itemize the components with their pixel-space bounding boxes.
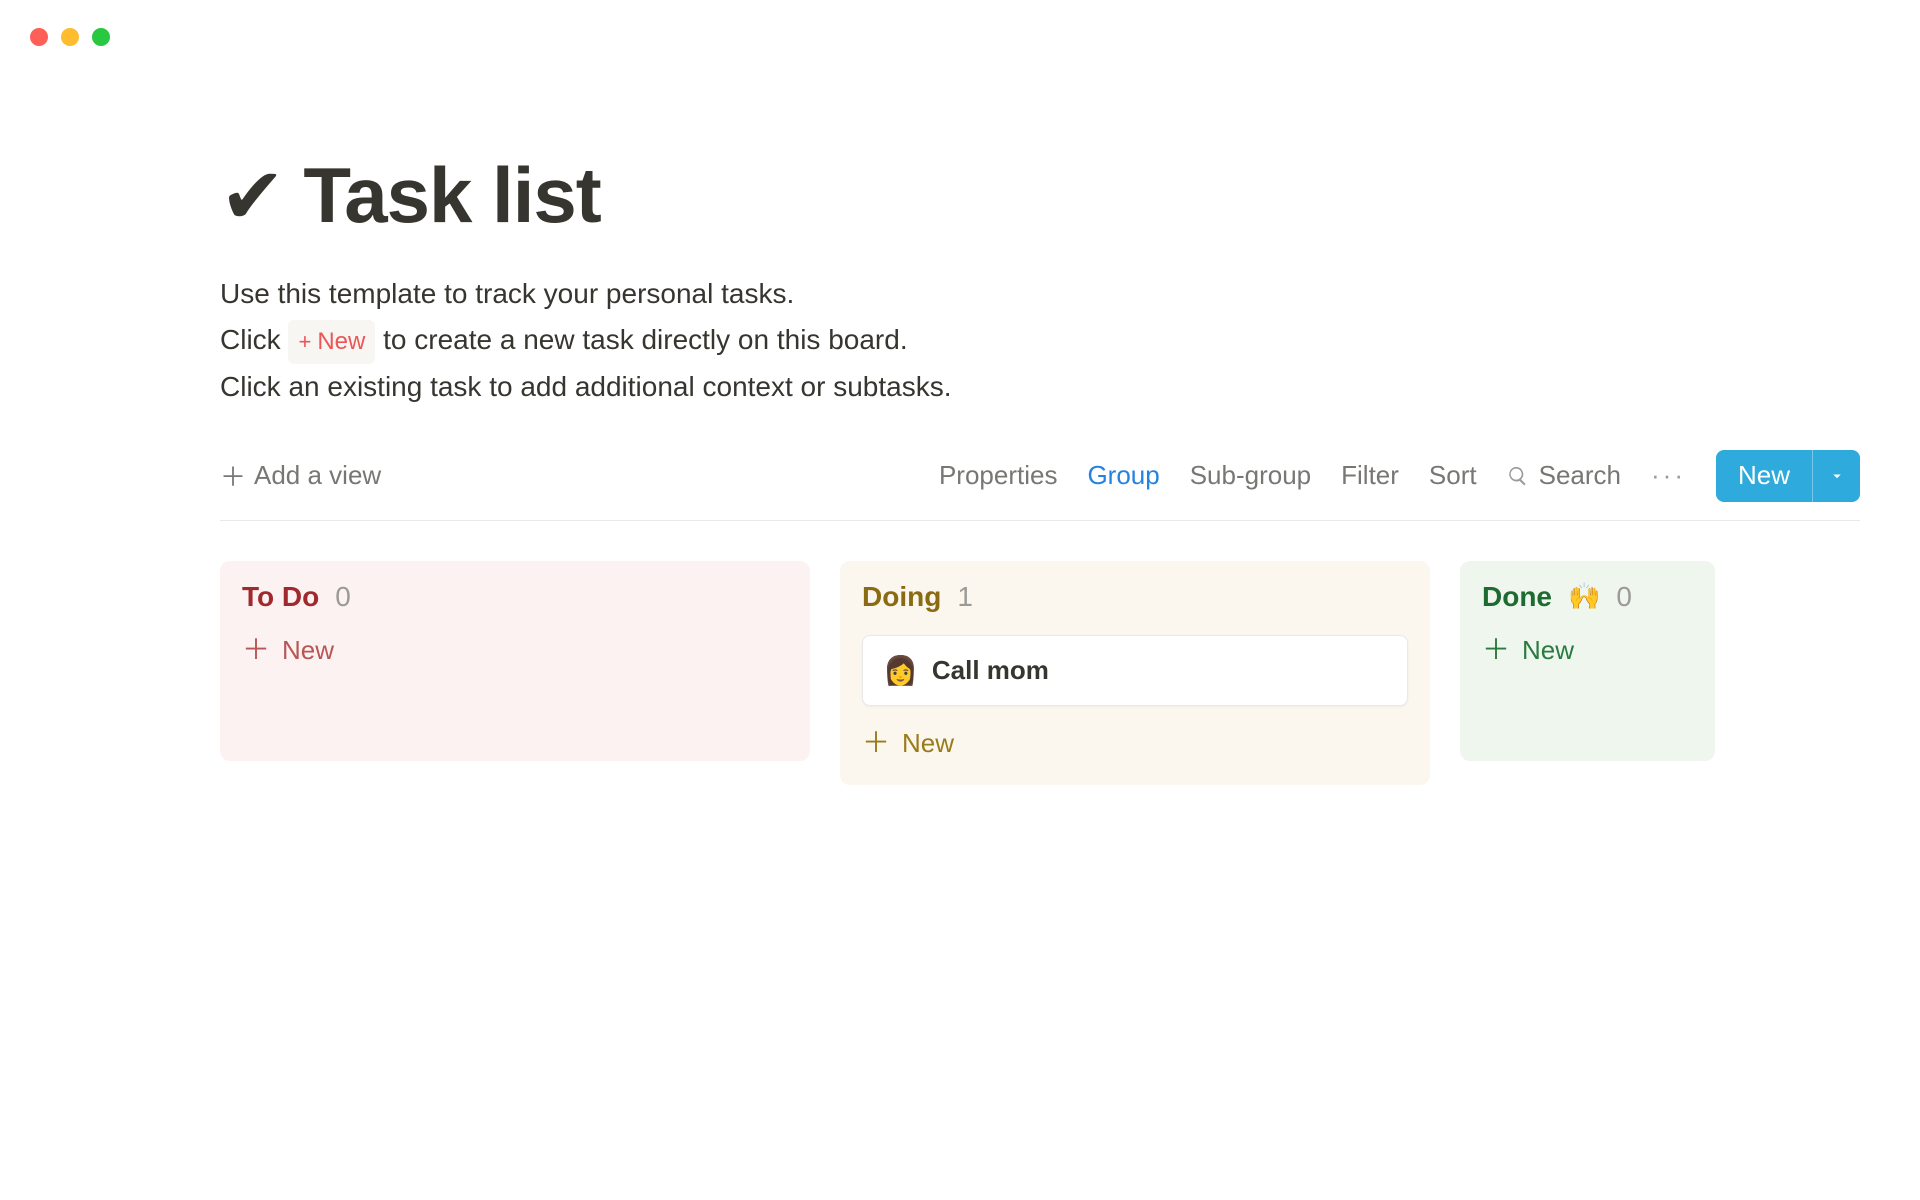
column-count: 0 xyxy=(335,581,351,613)
add-view-button[interactable]: ＋ Add a view xyxy=(220,457,381,494)
column-header-done[interactable]: Done 🙌 0 xyxy=(1482,581,1693,613)
add-task-button-todo[interactable]: ＋ New xyxy=(242,635,334,666)
window-traffic-lights xyxy=(30,28,110,46)
plus-icon: ＋ xyxy=(1482,636,1510,664)
window-minimize-button[interactable] xyxy=(61,28,79,46)
column-emoji: 🙌 xyxy=(1568,581,1600,612)
page-title[interactable]: Task list xyxy=(303,150,600,241)
column-header-todo[interactable]: To Do 0 xyxy=(242,581,788,613)
new-split-button: New xyxy=(1716,450,1860,502)
inline-new-chip-label: New xyxy=(317,322,365,362)
card-title: Call mom xyxy=(932,655,1049,686)
search-button[interactable]: Search xyxy=(1507,460,1621,491)
page-description: Use this template to track your personal… xyxy=(220,271,1860,410)
add-task-button-done[interactable]: ＋ New xyxy=(1482,635,1574,666)
inline-new-chip: + New xyxy=(288,320,375,364)
column-title: Doing xyxy=(862,581,941,613)
window-zoom-button[interactable] xyxy=(92,28,110,46)
new-button[interactable]: New xyxy=(1716,450,1812,502)
description-line-1: Use this template to track your personal… xyxy=(220,271,1860,317)
plus-icon: ＋ xyxy=(220,457,242,494)
window-close-button[interactable] xyxy=(30,28,48,46)
new-button-dropdown[interactable] xyxy=(1812,450,1860,502)
more-options-button[interactable]: ··· xyxy=(1651,460,1686,491)
filter-button[interactable]: Filter xyxy=(1341,460,1399,491)
search-icon xyxy=(1507,465,1529,487)
column-count: 0 xyxy=(1616,581,1632,613)
group-button[interactable]: Group xyxy=(1087,460,1159,491)
search-label: Search xyxy=(1539,460,1621,491)
add-task-label: New xyxy=(282,635,334,666)
description-text: to create a new task directly on this bo… xyxy=(383,324,908,355)
page-icon[interactable]: ✔ xyxy=(220,157,285,235)
description-line-3: Click an existing task to add additional… xyxy=(220,364,1860,410)
plus-icon: + xyxy=(298,331,311,353)
add-view-label: Add a view xyxy=(254,460,381,491)
column-count: 1 xyxy=(957,581,973,613)
plus-icon: ＋ xyxy=(862,729,890,757)
properties-button[interactable]: Properties xyxy=(939,460,1058,491)
kanban-board: To Do 0 ＋ New Doing 1 👩 Call mom ＋ New Done 🙌 0 ＋ New xyxy=(220,561,1860,785)
description-text: Click xyxy=(220,324,288,355)
column-title: To Do xyxy=(242,581,319,613)
add-task-button-doing[interactable]: ＋ New xyxy=(862,728,954,759)
column-title: Done xyxy=(1482,581,1552,613)
column-todo: To Do 0 ＋ New xyxy=(220,561,810,761)
add-task-label: New xyxy=(1522,635,1574,666)
column-header-doing[interactable]: Doing 1 xyxy=(862,581,1408,613)
plus-icon: ＋ xyxy=(242,636,270,664)
card-emoji: 👩 xyxy=(883,654,918,687)
column-done: Done 🙌 0 ＋ New xyxy=(1460,561,1715,761)
sub-group-button[interactable]: Sub-group xyxy=(1190,460,1311,491)
add-task-label: New xyxy=(902,728,954,759)
database-toolbar: ＋ Add a view Properties Group Sub-group … xyxy=(220,450,1860,521)
chevron-down-icon xyxy=(1828,467,1846,485)
task-card[interactable]: 👩 Call mom xyxy=(862,635,1408,706)
sort-button[interactable]: Sort xyxy=(1429,460,1477,491)
column-doing: Doing 1 👩 Call mom ＋ New xyxy=(840,561,1430,785)
page-title-row: ✔ Task list xyxy=(220,150,1860,241)
description-line-2: Click + New to create a new task directl… xyxy=(220,317,1860,363)
